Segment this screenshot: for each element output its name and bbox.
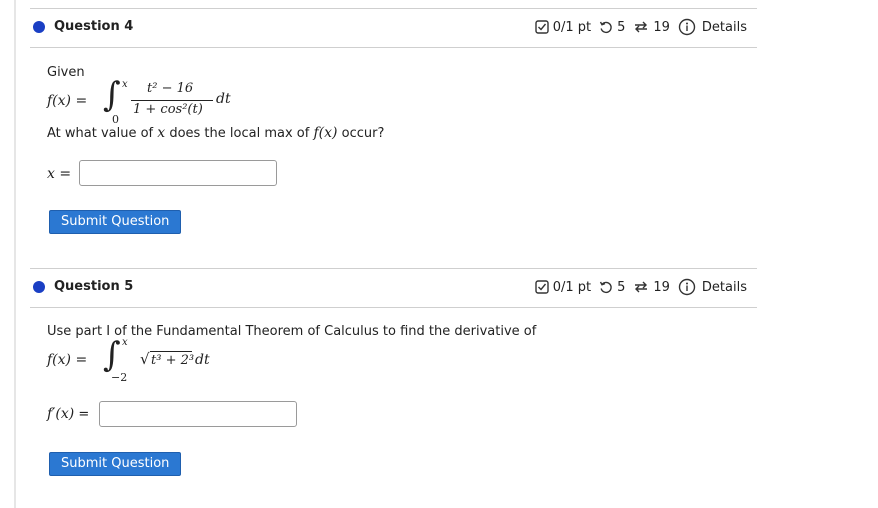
answer-input[interactable] xyxy=(99,401,297,427)
info-icon[interactable] xyxy=(678,278,696,296)
answer-input[interactable] xyxy=(79,160,277,186)
details-link[interactable]: Details xyxy=(702,280,747,295)
submit-question-button[interactable]: Submit Question xyxy=(49,452,182,476)
checkbox-icon xyxy=(534,20,549,34)
status-dot-icon xyxy=(33,281,45,293)
function-lhs: f(x) = xyxy=(47,352,88,368)
question-title: Question 4 xyxy=(54,19,134,34)
score-text: 0/1 pt xyxy=(552,279,592,295)
integral-lower-limit: −2 xyxy=(111,371,128,384)
prompt-text-start: At what value of xyxy=(47,126,154,141)
answer-label-function: f′(x) xyxy=(47,406,75,422)
resubmits-text: 19 xyxy=(653,19,670,35)
prompt-text-end: occur? xyxy=(341,126,385,141)
integral-sign: ∫ xyxy=(103,335,121,375)
sqrt-vinculum xyxy=(150,351,192,352)
function-lhs: f(x) = xyxy=(47,93,88,109)
attempts-text: 5 xyxy=(617,19,626,35)
answer-label-equals: = xyxy=(78,407,90,422)
resubmits-text: 19 xyxy=(653,279,670,295)
repeat-icon xyxy=(633,20,649,34)
attempts-text: 5 xyxy=(617,279,626,295)
prompt-text-middle: does the local max of xyxy=(169,126,310,141)
differential: dt xyxy=(195,352,210,368)
question-meta: 0/1 pt 5 19 Details xyxy=(534,278,747,296)
prompt-function: f(x) xyxy=(313,125,338,141)
question-header: Question 5 0/1 pt 5 19 Details xyxy=(30,268,757,308)
integral-upper-limit: x xyxy=(122,79,128,90)
fraction-denominator: 1 + cos²(t) xyxy=(133,102,203,117)
info-icon[interactable] xyxy=(678,18,696,36)
question-title: Question 5 xyxy=(54,279,134,294)
question-meta: 0/1 pt 5 19 Details xyxy=(534,18,747,36)
retry-icon xyxy=(599,20,613,34)
fraction-bar xyxy=(131,100,213,101)
submit-question-button[interactable]: Submit Question xyxy=(49,210,182,234)
fraction-numerator: t² − 16 xyxy=(147,81,194,96)
given-label: Given xyxy=(47,65,85,80)
sqrt-icon: √ xyxy=(140,350,150,368)
question-header: Question 4 0/1 pt 5 19 Details xyxy=(30,8,757,48)
answer-label: f′(x) = xyxy=(47,406,89,422)
question-prompt: At what value of x does the local max of… xyxy=(47,125,384,141)
retry-icon xyxy=(599,280,613,294)
details-link[interactable]: Details xyxy=(702,20,747,35)
checkbox-icon xyxy=(534,280,549,294)
score-text: 0/1 pt xyxy=(552,19,592,35)
left-border xyxy=(14,0,16,508)
integral-sign: ∫ xyxy=(103,75,121,115)
status-dot-icon xyxy=(33,21,45,33)
answer-label: x = xyxy=(47,166,72,182)
prompt-variable: x xyxy=(157,125,166,141)
integrand: t³ + 2³ xyxy=(151,353,195,368)
integral-upper-limit: x xyxy=(122,337,128,348)
repeat-icon xyxy=(633,280,649,294)
differential: dt xyxy=(216,91,231,107)
